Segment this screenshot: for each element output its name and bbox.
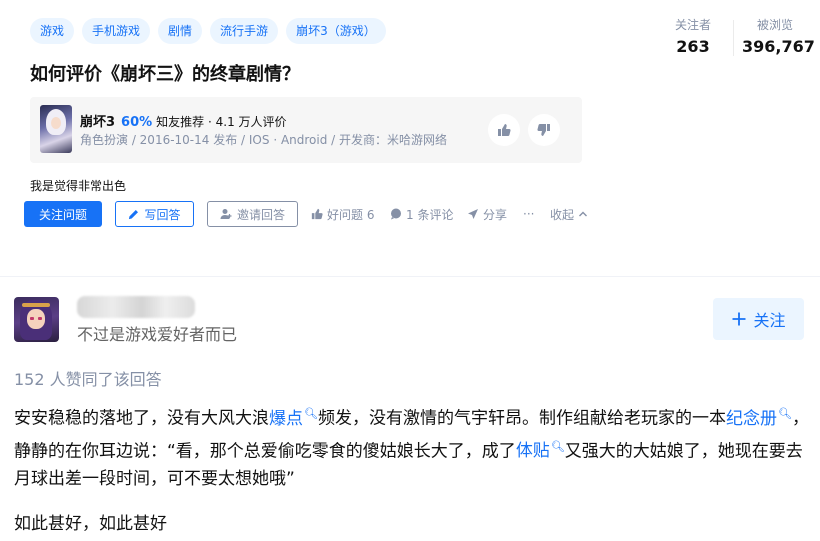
user-plus-icon xyxy=(220,209,232,219)
answer-paragraph: 安安稳稳的落地了，没有大风大浪爆点🔍︎频发，没有激情的气宇轩昂。制作组献给老玩家… xyxy=(14,400,814,493)
write-answer-button[interactable]: 写回答 xyxy=(115,201,194,227)
search-icon: 🔍︎ xyxy=(777,407,792,420)
answer-text: 频发，没有激情的气宇轩昂。制作组献给老玩家的一本 xyxy=(317,408,726,429)
topic-tag[interactable]: 游戏 xyxy=(30,18,75,44)
views-stat: 被浏览 396,767 xyxy=(742,16,815,56)
author-bio: 不过是游戏爱好者而已 xyxy=(77,325,238,344)
followers-count: 263 xyxy=(676,37,710,56)
followers-stat[interactable]: 关注者 263 xyxy=(664,16,722,56)
topic-tag[interactable]: 崩坏3（游戏） xyxy=(286,18,386,44)
vote-count: 152 人赞同了该回答 xyxy=(14,370,162,389)
recommend-text: 知友推荐 · 4.1 万人评价 xyxy=(156,115,287,129)
thumbs-down-button[interactable] xyxy=(528,114,560,146)
follow-question-button[interactable]: 关注问题 xyxy=(24,201,102,227)
game-meta: 角色扮演 / 2016-10-14 发布 / IOS · Android / 开… xyxy=(80,133,448,147)
keyword-text: 体贴 xyxy=(515,441,550,462)
keyword-text: 纪念册 xyxy=(725,408,777,429)
thumbs-down-icon xyxy=(537,124,550,136)
good-question-button[interactable]: 好问题 6 xyxy=(311,201,374,227)
follow-author-label: 关注 xyxy=(753,311,786,330)
share-icon xyxy=(468,209,478,219)
plus-icon xyxy=(732,312,746,326)
question-title[interactable]: 如何评价《崩坏三》的终章剧情？ xyxy=(30,60,300,86)
game-name: 崩坏3 xyxy=(80,115,116,130)
comment-icon xyxy=(391,208,401,220)
keyword-link[interactable]: 爆点🔍︎ xyxy=(269,407,318,429)
views-label: 被浏览 xyxy=(756,18,793,32)
share-button[interactable]: 分享 xyxy=(467,201,507,227)
topic-tag[interactable]: 流行手游 xyxy=(210,18,279,44)
follow-author-button[interactable]: 关注 xyxy=(713,298,804,340)
game-card[interactable]: 崩坏3 60% 知友推荐 · 4.1 万人评价 角色扮演 / 2016-10-14 … xyxy=(30,97,582,163)
author-avatar[interactable] xyxy=(14,297,59,342)
thumbs-up-icon xyxy=(311,208,323,220)
author-name-blurred[interactable] xyxy=(77,296,195,318)
write-answer-label: 写回答 xyxy=(144,207,181,222)
game-card-title: 崩坏3 60% 知友推荐 · 4.1 万人评价 xyxy=(80,111,287,130)
keyword-link[interactable]: 纪念册🔍︎ xyxy=(725,407,792,429)
comments-button[interactable]: 1 条评论 xyxy=(390,201,453,227)
topic-tag[interactable]: 手机游戏 xyxy=(82,18,151,44)
section-divider xyxy=(0,276,820,277)
answer-text: 安安稳稳的落地了，没有大风大浪 xyxy=(14,408,269,429)
chevron-up-icon xyxy=(579,211,588,217)
share-label: 分享 xyxy=(483,207,508,222)
followers-label: 关注者 xyxy=(674,18,711,32)
topic-tags: 游戏 手机游戏 剧情 流行手游 崩坏3（游戏） xyxy=(30,18,386,44)
collapse-button[interactable]: 收起 xyxy=(550,201,588,227)
question-detail: 我是觉得非常出色 xyxy=(30,179,127,193)
keyword-text: 爆点 xyxy=(269,408,303,429)
views-count: 396,767 xyxy=(742,37,815,56)
more-button[interactable]: ··· xyxy=(523,201,534,227)
more-label: ··· xyxy=(523,207,535,221)
collapse-label: 收起 xyxy=(550,207,575,222)
topic-tag[interactable]: 剧情 xyxy=(158,18,203,44)
search-icon: 🔍︎ xyxy=(304,407,318,420)
game-cover-image xyxy=(40,105,72,153)
good-question-label: 好问题 6 xyxy=(327,207,375,222)
answer-paragraph: 如此甚好，如此甚好 xyxy=(14,514,167,534)
search-icon: 🔍︎ xyxy=(550,439,565,453)
comments-label: 1 条评论 xyxy=(406,207,454,222)
invite-answer-button[interactable]: 邀请回答 xyxy=(207,201,298,227)
pencil-icon xyxy=(129,209,139,219)
thumbs-up-button[interactable] xyxy=(488,114,520,146)
invite-answer-label: 邀请回答 xyxy=(236,207,285,222)
thumbs-up-icon xyxy=(498,124,511,136)
recommend-percent: 60% xyxy=(121,115,153,130)
keyword-link[interactable]: 体贴🔍︎ xyxy=(515,439,565,462)
stats-divider xyxy=(733,20,734,56)
